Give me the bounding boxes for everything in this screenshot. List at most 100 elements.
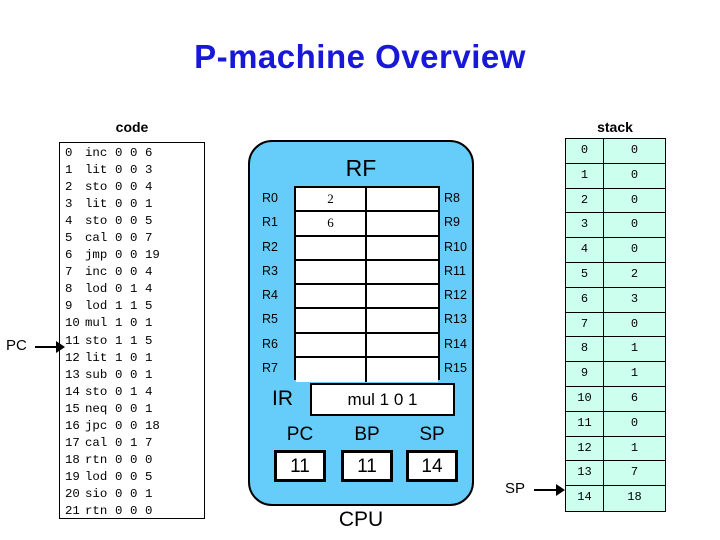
code-line-index: 7 — [65, 265, 73, 280]
code-line-op: sio — [85, 486, 108, 501]
stack-table: 0 0 1 0 2 0 3 0 4 0 5 2 6 3 7 0 8 1 9 1 10 6 11 0 12 1 13 7 14 18 — [565, 138, 666, 512]
code-line-op: sto — [85, 180, 108, 195]
code-line-m: 0 — [130, 180, 138, 195]
code-line-index: 3 — [65, 197, 73, 212]
stack-row-index: 7 — [566, 312, 604, 337]
code-line-op: sub — [85, 367, 108, 382]
code-line-l: 0 — [115, 367, 123, 382]
stack-row-value: 1 — [604, 362, 665, 386]
code-line-op: sto — [85, 384, 108, 399]
code-line-index: 14 — [65, 384, 80, 399]
register-value-r10 — [367, 236, 438, 259]
pc-pointer-label: PC — [6, 337, 27, 354]
cpu-sp-label: SP — [419, 424, 445, 445]
register-row: 6 — [296, 212, 438, 237]
arrow-right-icon — [56, 341, 65, 353]
stack-row: 00 — [566, 139, 665, 164]
code-line: 11 sto 1 1 5 — [60, 333, 204, 350]
cpu-bp-value: 11 — [341, 450, 393, 482]
code-line: 0 inc 0 0 6 — [60, 145, 204, 162]
arrow-right-icon — [556, 484, 565, 496]
code-line-index: 0 — [65, 146, 73, 160]
code-line-l: 0 — [115, 401, 123, 416]
code-line-index: 10 — [65, 316, 80, 331]
stack-row-index: 9 — [566, 362, 604, 386]
register-label-r3: R3 — [262, 263, 278, 278]
code-panel-header: code — [115, 119, 149, 135]
code-line-l: 0 — [115, 486, 123, 501]
code-line-op: lod — [85, 469, 108, 484]
register-file-title: RF — [345, 155, 377, 181]
code-line-index: 5 — [65, 231, 73, 246]
code-line: 4 sto 0 0 5 — [60, 213, 204, 230]
sp-pointer: SP — [505, 479, 567, 499]
code-line-m: 0 — [130, 248, 138, 263]
register-label-r2: R2 — [262, 239, 278, 254]
stack-row: 20 — [566, 188, 665, 214]
stack-row-value: 0 — [604, 139, 665, 163]
stack-row: 13 7 — [566, 461, 665, 487]
stack-row: 30 — [566, 213, 665, 239]
register-value-r12 — [367, 285, 438, 308]
cpu-sp-value: 14 — [406, 450, 458, 482]
register-value-r0: 2 — [296, 188, 367, 211]
code-line-n: 1 — [145, 367, 153, 382]
code-line-n: 1 — [145, 197, 153, 212]
cpu-bp-label: BP — [354, 424, 380, 445]
register-label-r7: R7 — [262, 360, 278, 375]
code-line-n: 18 — [145, 418, 160, 433]
code-line-op: rtn — [85, 503, 108, 518]
code-line-l: 0 — [115, 180, 123, 195]
code-line-m: 0 — [130, 486, 138, 501]
code-line-l: 0 — [115, 452, 123, 467]
register-value-r4 — [296, 285, 367, 308]
code-line: 6 jmp 0 0 19 — [60, 247, 204, 264]
register-label-r6: R6 — [262, 336, 278, 351]
sp-pointer-label: SP — [505, 480, 526, 497]
page-title: P-machine Overview — [194, 38, 526, 75]
code-line-op: lit — [85, 350, 108, 365]
code-line: 17 cal 0 1 7 — [60, 435, 204, 452]
code-line-op: lit — [85, 163, 108, 178]
register-row — [296, 260, 438, 285]
stack-row-index: 13 — [566, 461, 604, 486]
code-line-index: 20 — [65, 486, 80, 501]
cpu-pc-value: 11 — [274, 450, 326, 482]
code-line-index: 18 — [65, 452, 80, 467]
code-line-op: jmp — [85, 248, 108, 263]
stack-row-index: 14 — [566, 486, 604, 511]
code-line-m: 1 — [130, 435, 138, 450]
code-line-l: 0 — [115, 197, 123, 212]
cpu-pc-label: PC — [286, 424, 314, 445]
code-line-l: 0 — [115, 248, 123, 263]
stack-row: 14 18 — [566, 486, 665, 511]
register-value-r14 — [367, 333, 438, 356]
code-line-n: 4 — [145, 384, 153, 399]
code-line-n: 4 — [145, 282, 153, 297]
code-line-n: 3 — [145, 163, 153, 178]
register-value-r13 — [367, 309, 438, 332]
code-line-op: jpc — [85, 418, 108, 433]
code-line-op: rtn — [85, 452, 108, 467]
code-line-op: lod — [85, 282, 108, 297]
code-line-n: 6 — [145, 146, 153, 160]
code-line-m: 0 — [130, 265, 138, 280]
code-line-n: 19 — [145, 248, 160, 263]
code-line-n: 1 — [145, 486, 153, 501]
code-line: 10 mul 1 0 1 — [60, 315, 204, 332]
register-label-r5: R5 — [262, 312, 278, 327]
code-line-index: 15 — [65, 401, 80, 416]
register-label-r13: R13 — [444, 312, 467, 327]
code-line-n: 5 — [145, 299, 153, 314]
code-line-m: 0 — [130, 197, 138, 212]
stack-row-index: 6 — [566, 287, 604, 312]
stack-row-value: 7 — [604, 461, 665, 486]
code-line-index: 9 — [65, 299, 73, 314]
register-row — [296, 333, 438, 358]
stack-row-index: 10 — [566, 386, 604, 411]
stack-row-index: 1 — [566, 163, 604, 188]
code-line-index: 11 — [65, 333, 80, 348]
code-line-m: 0 — [130, 452, 138, 467]
register-file-table: 26 — [294, 186, 440, 382]
stack-row-index: 12 — [566, 436, 604, 461]
